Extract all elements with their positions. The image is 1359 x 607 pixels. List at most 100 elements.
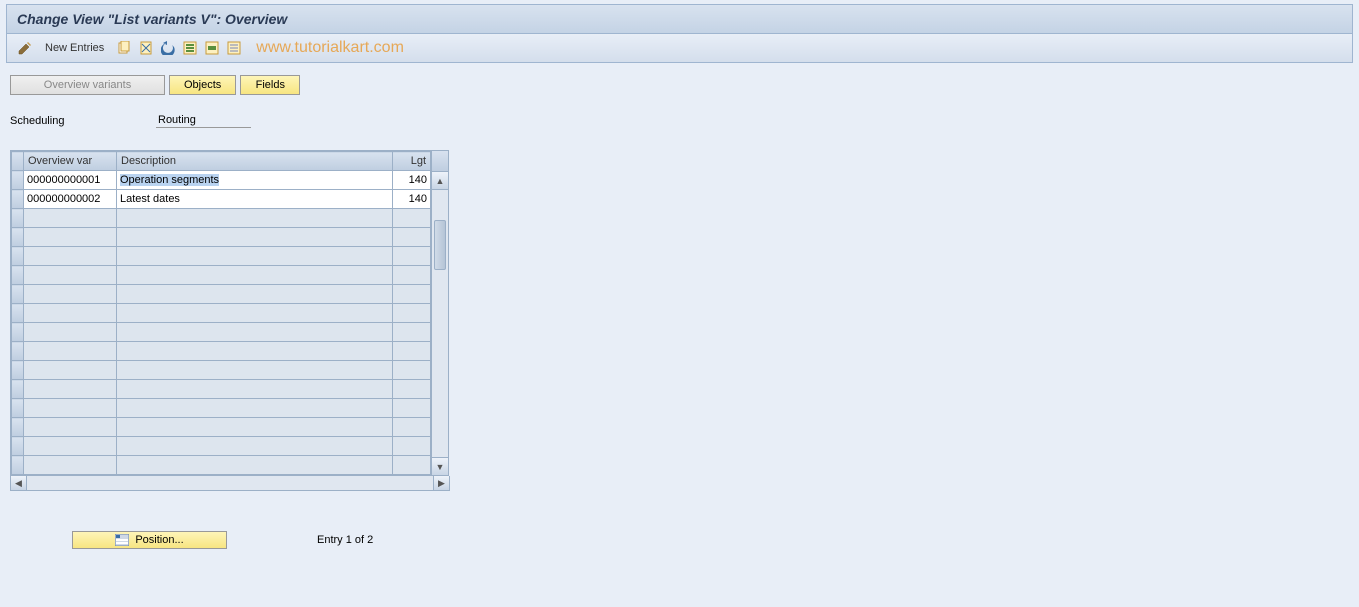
- cell-desc[interactable]: [117, 304, 393, 323]
- cell-desc[interactable]: Operation segments: [117, 171, 393, 190]
- cell-desc[interactable]: [117, 437, 393, 456]
- cell-lgt[interactable]: [393, 456, 431, 475]
- table-row[interactable]: [12, 209, 431, 228]
- cell-desc[interactable]: [117, 418, 393, 437]
- cell-lgt[interactable]: [393, 285, 431, 304]
- row-selector[interactable]: [12, 399, 24, 418]
- cell-var[interactable]: [24, 342, 117, 361]
- cell-lgt[interactable]: 140: [393, 190, 431, 209]
- table-row[interactable]: [12, 361, 431, 380]
- scroll-down-icon[interactable]: ▼: [432, 457, 448, 475]
- tab-objects[interactable]: Objects: [169, 75, 236, 95]
- cell-desc[interactable]: [117, 380, 393, 399]
- cell-var[interactable]: [24, 323, 117, 342]
- vertical-scrollbar[interactable]: ▲ ▼: [432, 150, 449, 476]
- select-all-icon[interactable]: [182, 40, 198, 56]
- cell-desc[interactable]: [117, 323, 393, 342]
- new-entries-button[interactable]: New Entries: [45, 42, 104, 54]
- cell-desc[interactable]: [117, 228, 393, 247]
- cell-var[interactable]: [24, 304, 117, 323]
- table-row[interactable]: [12, 456, 431, 475]
- cell-lgt[interactable]: [393, 399, 431, 418]
- scroll-track[interactable]: [432, 190, 448, 457]
- cell-var[interactable]: [24, 418, 117, 437]
- table-row[interactable]: [12, 342, 431, 361]
- table-row[interactable]: [12, 247, 431, 266]
- cell-lgt[interactable]: [393, 418, 431, 437]
- deselect-all-icon[interactable]: [226, 40, 242, 56]
- cell-var[interactable]: [24, 285, 117, 304]
- cell-lgt[interactable]: [393, 209, 431, 228]
- select-block-icon[interactable]: [204, 40, 220, 56]
- cell-lgt[interactable]: [393, 380, 431, 399]
- cell-lgt[interactable]: [393, 266, 431, 285]
- row-selector[interactable]: [12, 342, 24, 361]
- undo-icon[interactable]: [160, 40, 176, 56]
- cell-desc[interactable]: [117, 247, 393, 266]
- table-row[interactable]: [12, 266, 431, 285]
- position-button[interactable]: Position...: [72, 531, 227, 549]
- row-selector[interactable]: [12, 323, 24, 342]
- cell-lgt[interactable]: [393, 247, 431, 266]
- cell-desc[interactable]: [117, 266, 393, 285]
- table-row[interactable]: [12, 380, 431, 399]
- row-selector[interactable]: [12, 437, 24, 456]
- table-row[interactable]: [12, 399, 431, 418]
- row-selector[interactable]: [12, 361, 24, 380]
- row-selector[interactable]: [12, 456, 24, 475]
- table-row[interactable]: 000000000001Operation segments140: [12, 171, 431, 190]
- copy-icon[interactable]: [116, 40, 132, 56]
- scroll-thumb[interactable]: [434, 220, 446, 270]
- hscroll-track[interactable]: [27, 476, 433, 490]
- cell-lgt[interactable]: [393, 437, 431, 456]
- row-selector[interactable]: [12, 190, 24, 209]
- table-row[interactable]: [12, 285, 431, 304]
- cell-lgt[interactable]: 140: [393, 171, 431, 190]
- cell-desc[interactable]: [117, 361, 393, 380]
- row-selector[interactable]: [12, 228, 24, 247]
- row-selector[interactable]: [12, 171, 24, 190]
- cell-var[interactable]: [24, 228, 117, 247]
- table-row[interactable]: [12, 437, 431, 456]
- tab-overview-variants[interactable]: Overview variants: [10, 75, 165, 95]
- row-selector[interactable]: [12, 209, 24, 228]
- col-header-lgt[interactable]: Lgt: [393, 152, 431, 171]
- tab-fields[interactable]: Fields: [240, 75, 300, 95]
- cell-var[interactable]: [24, 361, 117, 380]
- cell-desc[interactable]: [117, 209, 393, 228]
- row-selector[interactable]: [12, 380, 24, 399]
- cell-desc[interactable]: Latest dates: [117, 190, 393, 209]
- table-row[interactable]: [12, 304, 431, 323]
- cell-var[interactable]: [24, 247, 117, 266]
- cell-desc[interactable]: [117, 342, 393, 361]
- cell-var[interactable]: [24, 399, 117, 418]
- cell-desc[interactable]: [117, 399, 393, 418]
- row-selector[interactable]: [12, 418, 24, 437]
- cell-lgt[interactable]: [393, 361, 431, 380]
- cell-lgt[interactable]: [393, 228, 431, 247]
- delete-icon[interactable]: [138, 40, 154, 56]
- row-selector[interactable]: [12, 285, 24, 304]
- scroll-left-icon[interactable]: ◀: [11, 476, 27, 490]
- cell-var[interactable]: 000000000002: [24, 190, 117, 209]
- table-row[interactable]: [12, 323, 431, 342]
- row-selector[interactable]: [12, 247, 24, 266]
- cell-lgt[interactable]: [393, 304, 431, 323]
- cell-lgt[interactable]: [393, 342, 431, 361]
- cell-var[interactable]: [24, 456, 117, 475]
- table-row[interactable]: [12, 418, 431, 437]
- row-selector[interactable]: [12, 304, 24, 323]
- cell-var[interactable]: [24, 266, 117, 285]
- scroll-up-icon[interactable]: ▲: [432, 172, 448, 190]
- table-row[interactable]: 000000000002Latest dates140: [12, 190, 431, 209]
- col-header-var[interactable]: Overview var: [24, 152, 117, 171]
- col-header-desc[interactable]: Description: [117, 152, 393, 171]
- table-row[interactable]: [12, 228, 431, 247]
- cell-desc[interactable]: [117, 456, 393, 475]
- cell-var[interactable]: [24, 209, 117, 228]
- cell-var[interactable]: 000000000001: [24, 171, 117, 190]
- cell-desc[interactable]: [117, 285, 393, 304]
- horizontal-scrollbar[interactable]: ◀ ▶: [10, 476, 450, 491]
- row-selector[interactable]: [12, 266, 24, 285]
- scroll-right-icon[interactable]: ▶: [433, 476, 449, 490]
